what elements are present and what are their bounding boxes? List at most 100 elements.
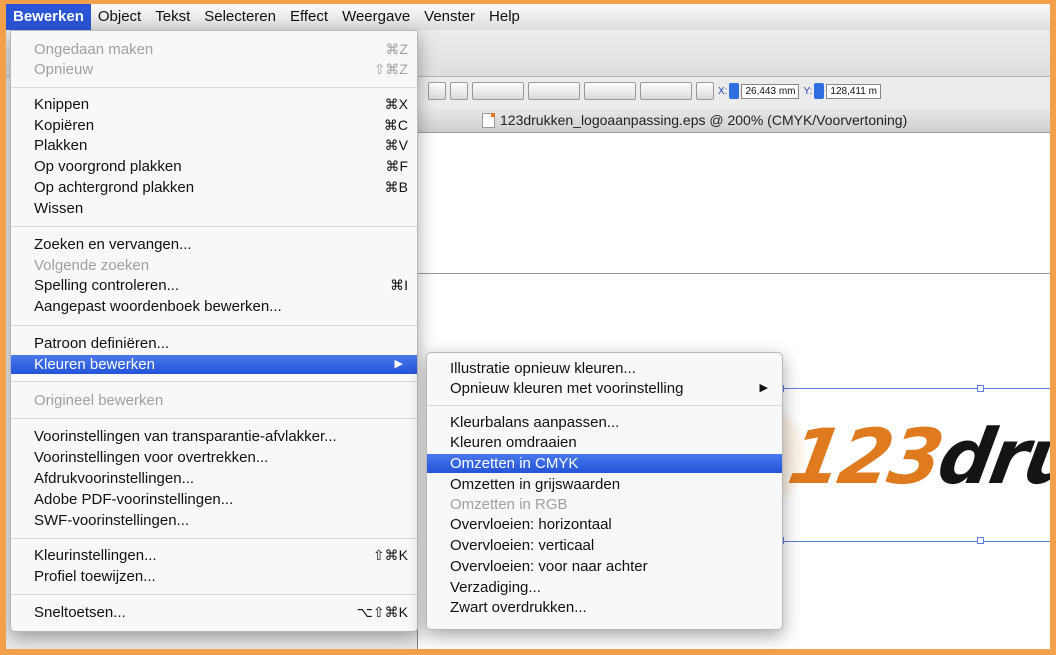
shortcut: ⌘B (384, 179, 408, 195)
menu-item-spelling[interactable]: Spelling controleren... ⌘I (11, 276, 417, 295)
menu-item-clear[interactable]: Wissen (11, 199, 417, 218)
shortcut: ⌘V (384, 137, 408, 153)
distribute-horizontal-icon[interactable] (640, 82, 692, 100)
menu-item-swf-presets[interactable]: SWF-voorinstellingen... (11, 511, 417, 530)
x-stepper[interactable] (729, 83, 740, 99)
menu-separator (427, 405, 782, 406)
menu-item-label: Wissen (34, 200, 84, 217)
align-top-group-icon[interactable] (528, 82, 580, 100)
menu-item-label: Profiel toewijzen... (34, 568, 156, 585)
menu-item-tracing-presets[interactable]: Voorinstellingen voor overtrekken... (11, 448, 417, 467)
menu-item-paste[interactable]: Plakken ⌘V (11, 136, 417, 155)
opacity-icon[interactable] (428, 82, 446, 100)
edit-menu: Ongedaan maken ⌘Z Opnieuw ⇧⌘Z Knippen ⌘X Ko… (10, 30, 418, 632)
menu-help[interactable]: Help (482, 4, 527, 30)
menu-item-label: Aangepast woordenboek bewerken... (34, 298, 282, 315)
menu-item-label: Spelling controleren... (34, 277, 180, 294)
menu-item-custom-dictionary[interactable]: Aangepast woordenboek bewerken... (11, 297, 417, 316)
menu-separator (11, 325, 417, 326)
document-tab[interactable]: 123drukken_logoaanpassing.eps @ 200% (CM… (418, 108, 1056, 133)
menu-object[interactable]: Object (91, 4, 148, 30)
x-input[interactable]: 26,443 mm (741, 83, 800, 99)
reference-point-icon[interactable] (696, 82, 714, 100)
menu-separator (11, 226, 417, 227)
menu-item-pdf-presets[interactable]: Adobe PDF-voorinstellingen... (11, 490, 417, 509)
menu-item-label: Adobe PDF-voorinstellingen... (34, 491, 234, 508)
shortcut: ⌥⇧⌘K (356, 604, 408, 620)
menu-item-invert-colors[interactable]: Kleuren omdraaien (427, 433, 782, 452)
y-stepper[interactable] (814, 83, 825, 99)
menu-item-find-next[interactable]: Volgende zoeken (11, 256, 417, 275)
selection-handle[interactable] (977, 385, 984, 392)
menu-item-label: Kleuren bewerken (34, 356, 155, 373)
selection-handle[interactable] (977, 537, 984, 544)
menu-item-copy[interactable]: Kopiëren ⌘C (11, 116, 417, 135)
menu-item-label: Kleuren omdraaien (450, 434, 577, 451)
menu-item-find-replace[interactable]: Zoeken en vervangen... (11, 235, 417, 254)
menu-item-paste-front[interactable]: Op voorgrond plakken ⌘F (11, 157, 417, 176)
menu-item-recolor-artwork[interactable]: Illustratie opnieuw kleuren... (427, 359, 782, 378)
menu-item-label: Volgende zoeken (34, 257, 150, 274)
submenu-arrow-icon: ▶ (394, 358, 403, 370)
menu-item-label: Overvloeien: verticaal (450, 537, 595, 554)
menu-item-label: Opnieuw kleuren met voorinstelling (450, 380, 684, 397)
align-toolbar: X: 26,443 mm Y: 128,411 m (428, 76, 881, 106)
select-similar-icon[interactable] (450, 82, 468, 100)
menu-item-edit-original[interactable]: Origineel bewerken (11, 391, 417, 410)
x-position: X: 26,443 mm (718, 83, 800, 99)
menu-bar: Bewerken Object Tekst Selecteren Effect … (6, 4, 1056, 31)
menu-item-label: Omzetten in CMYK (450, 455, 579, 472)
menu-item-label: Op achtergrond plakken (34, 179, 195, 196)
menu-separator (11, 381, 417, 382)
menu-effect[interactable]: Effect (283, 4, 335, 30)
menu-item-saturate[interactable]: Verzadiging... (427, 578, 782, 597)
menu-item-convert-rgb[interactable]: Omzetten in RGB (427, 495, 782, 514)
menu-item-blend-horizontal[interactable]: Overvloeien: horizontaal (427, 515, 782, 534)
menu-item-color-settings[interactable]: Kleurinstellingen... ⇧⌘K (11, 546, 417, 565)
menu-item-redo[interactable]: Opnieuw ⇧⌘Z (11, 60, 417, 79)
menu-item-cut[interactable]: Knippen ⌘X (11, 95, 417, 114)
menu-item-define-pattern[interactable]: Patroon definiëren... (11, 334, 417, 353)
menu-item-label: Omzetten in RGB (450, 496, 568, 513)
menu-item-label: Patroon definiëren... (34, 335, 170, 352)
shortcut: ⌘X (384, 96, 408, 112)
align-left-group-icon[interactable] (472, 82, 524, 100)
menu-item-convert-grayscale[interactable]: Omzetten in grijswaarden (427, 475, 782, 494)
menu-item-print-presets[interactable]: Afdrukvoorinstellingen... (11, 469, 417, 488)
distribute-vertical-icon[interactable] (584, 82, 636, 100)
menu-item-overprint-black[interactable]: Zwart overdrukken... (427, 598, 782, 617)
eps-file-icon (482, 112, 495, 128)
shortcut: ⌘Z (385, 41, 408, 57)
menu-item-blend-vertical[interactable]: Overvloeien: verticaal (427, 536, 782, 555)
menu-separator (11, 594, 417, 595)
canvas-upper (418, 133, 1056, 273)
menu-selecteren[interactable]: Selecteren (197, 4, 283, 30)
menu-item-label: Zwart overdrukken... (450, 599, 587, 616)
menu-item-label: Kleurbalans aanpassen... (450, 414, 620, 431)
menu-item-transparency-presets[interactable]: Voorinstellingen van transparantie-afvla… (11, 427, 417, 446)
y-position: Y: 128,411 m (803, 83, 881, 99)
menu-item-adjust-color-balance[interactable]: Kleurbalans aanpassen... (427, 413, 782, 432)
menu-venster[interactable]: Venster (417, 4, 482, 30)
menu-item-label: Verzadiging... (450, 579, 541, 596)
menu-separator (11, 87, 417, 88)
menu-weergave[interactable]: Weergave (335, 4, 417, 30)
menu-item-blend-front-back[interactable]: Overvloeien: voor naar achter (427, 557, 782, 576)
menu-item-label: Overvloeien: horizontaal (450, 516, 612, 533)
menu-item-label: Voorinstellingen voor overtrekken... (34, 449, 269, 466)
menu-bewerken[interactable]: Bewerken (6, 4, 91, 30)
menu-item-label: Origineel bewerken (34, 392, 164, 409)
menu-item-paste-back[interactable]: Op achtergrond plakken ⌘B (11, 178, 417, 197)
menu-item-convert-cmyk[interactable]: Omzetten in CMYK (427, 454, 782, 473)
menu-item-shortcuts[interactable]: Sneltoetsen... ⌥⇧⌘K (11, 603, 417, 622)
menu-tekst[interactable]: Tekst (148, 4, 197, 30)
menu-item-assign-profile[interactable]: Profiel toewijzen... (11, 567, 417, 586)
menu-item-undo[interactable]: Ongedaan maken ⌘Z (11, 40, 417, 59)
menu-item-recolor-preset[interactable]: Opnieuw kleuren met voorinstelling ▶ (427, 379, 782, 398)
document-title: 123drukken_logoaanpassing.eps @ 200% (CM… (482, 108, 907, 132)
menu-item-edit-colors[interactable]: Kleuren bewerken ▶ (11, 355, 417, 374)
artboard-left-edge (417, 630, 418, 655)
y-input[interactable]: 128,411 m (826, 83, 881, 99)
selection-bounding-box[interactable] (777, 385, 1056, 544)
shortcut: ⇧⌘Z (373, 61, 408, 77)
